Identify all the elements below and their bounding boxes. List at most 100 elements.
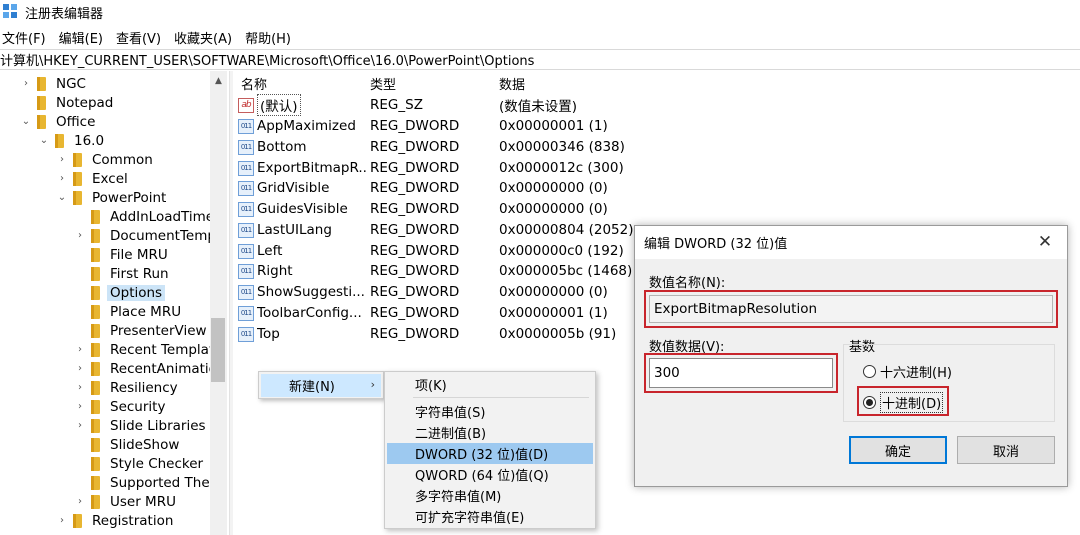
- chevron-right-icon: ›: [370, 378, 375, 391]
- close-icon[interactable]: ✕: [1035, 232, 1055, 252]
- binary-value-icon: 011: [238, 118, 254, 134]
- value-row[interactable]: 011 Left REG_DWORD 0x000000c0 (192): [238, 241, 624, 261]
- menu-item-expandable-string-value[interactable]: 可扩充字符串值(E): [387, 506, 593, 527]
- tree-item-label: SlideShow: [110, 436, 180, 453]
- menu-item-dword-value[interactable]: DWORD (32 位)值(D): [387, 443, 593, 464]
- tree-item-label: Notepad: [56, 94, 114, 111]
- chevron-right-icon[interactable]: ›: [74, 401, 86, 413]
- menu-item-new[interactable]: 新建(N) ›: [261, 374, 381, 397]
- value-data-field[interactable]: 300: [649, 358, 833, 388]
- value-row[interactable]: 011 Top REG_DWORD 0x0000005b (91): [238, 324, 618, 344]
- menu-favorites[interactable]: 收藏夹(A): [172, 28, 232, 47]
- tree-item-powerpoint[interactable]: ⌄ PowerPoint: [56, 188, 167, 207]
- tree-item-notepad[interactable]: Notepad: [20, 93, 113, 112]
- value-row[interactable]: 011 ExportBitmapR... REG_DWORD 0x0000012…: [238, 158, 624, 178]
- tree-item-user-mru[interactable]: › User MRU: [74, 492, 176, 511]
- tree-item-office[interactable]: ⌄ Office: [20, 112, 96, 131]
- tree-item-first-run[interactable]: First Run: [74, 264, 169, 283]
- value-row[interactable]: 011 GridVisible REG_DWORD 0x00000000 (0): [238, 178, 618, 198]
- tree-item-recent-templat[interactable]: › Recent Templat: [74, 340, 214, 359]
- value-row[interactable]: ab (默认) REG_SZ (数值未设置): [238, 94, 618, 116]
- menu-item-string-value[interactable]: 字符串值(S): [387, 401, 593, 422]
- menu-edit[interactable]: 编辑(E): [57, 28, 103, 47]
- value-data-text: 300: [654, 365, 680, 381]
- tree-item-resiliency[interactable]: › Resiliency: [74, 378, 178, 397]
- value-row[interactable]: 011 GuidesVisible REG_DWORD 0x00000000 (…: [238, 199, 618, 219]
- folder-icon: [91, 266, 100, 281]
- chevron-down-icon[interactable]: ⌄: [38, 135, 50, 147]
- menu-help[interactable]: 帮助(H): [243, 28, 291, 47]
- menu-file[interactable]: 文件(F): [0, 28, 46, 47]
- tree-item-addinloadtime[interactable]: AddInLoadTime: [74, 207, 214, 226]
- chevron-down-icon[interactable]: ⌄: [20, 116, 32, 128]
- value-name: AppMaximized: [257, 118, 356, 134]
- menu-item-qword-value[interactable]: QWORD (64 位)值(Q): [387, 464, 593, 485]
- tree-scrollbar-thumb[interactable]: [211, 318, 225, 382]
- chevron-right-icon[interactable]: ›: [74, 363, 86, 375]
- chevron-right-icon[interactable]: ›: [56, 154, 68, 166]
- value-row[interactable]: 011 ShowSuggesti... REG_DWORD 0x00000000…: [238, 282, 618, 302]
- value-data: 0x00000804 (2052): [499, 222, 634, 238]
- tree-item-label: Resiliency: [110, 379, 178, 396]
- tree-item-common[interactable]: › Common: [56, 150, 153, 169]
- scroll-up-icon[interactable]: ▲: [210, 73, 227, 89]
- tree-item-recentanimatio[interactable]: › RecentAnimatio: [74, 359, 217, 378]
- tree-item-documenttemp[interactable]: › DocumentTemp: [74, 226, 216, 245]
- chevron-down-icon[interactable]: ⌄: [56, 192, 68, 204]
- value-name: Bottom: [257, 139, 307, 155]
- chevron-right-icon[interactable]: ›: [74, 382, 86, 394]
- chevron-right-icon[interactable]: ›: [74, 344, 86, 356]
- value-name-field[interactable]: ExportBitmapResolution: [649, 295, 1053, 323]
- menu-separator: [413, 397, 589, 398]
- menu-item-binary-value[interactable]: 二进制值(B): [387, 422, 593, 443]
- tree-item-excel[interactable]: › Excel: [56, 169, 128, 188]
- chevron-right-icon[interactable]: ›: [56, 515, 68, 527]
- tree-scrollbar[interactable]: [210, 71, 227, 535]
- tree-item-presenterview[interactable]: PresenterView: [74, 321, 207, 340]
- chevron-right-icon[interactable]: ›: [74, 420, 86, 432]
- value-row[interactable]: 011 LastUILang REG_DWORD 0x00000804 (205…: [238, 220, 633, 240]
- column-header-data[interactable]: 数据: [499, 74, 525, 93]
- tree-item-label: File MRU: [110, 246, 168, 263]
- tree-item-place-mru[interactable]: Place MRU: [74, 302, 181, 321]
- menu-item-multi-string-value[interactable]: 多字符串值(M): [387, 485, 593, 506]
- context-menu: 新建(N) ›: [258, 371, 384, 399]
- menu-item-key[interactable]: 项(K): [387, 374, 593, 395]
- menu-item-label: DWORD (32 位)值(D): [415, 448, 549, 463]
- radio-decimal[interactable]: 十进制(D): [863, 392, 944, 413]
- value-row[interactable]: 011 ToolbarConfig... REG_DWORD 0x0000000…: [238, 303, 618, 323]
- tree-item-label: Security: [110, 398, 166, 415]
- chevron-right-icon[interactable]: ›: [20, 78, 32, 90]
- menu-view[interactable]: 查看(V): [114, 28, 161, 47]
- pane-splitter[interactable]: [229, 71, 233, 535]
- folder-icon: [91, 323, 100, 338]
- value-type: REG_DWORD: [370, 284, 460, 300]
- tree-item-supported-ther[interactable]: Supported Ther: [74, 473, 215, 492]
- tree-item-registration[interactable]: › Registration: [56, 511, 173, 530]
- tree-item-16-0[interactable]: ⌄ 16.0: [38, 131, 104, 150]
- tree-item-ngc[interactable]: › NGC: [20, 74, 86, 93]
- address-path: 计算机\HKEY_CURRENT_USER\SOFTWARE\Microsoft…: [0, 54, 535, 69]
- column-header-name[interactable]: 名称: [241, 74, 267, 93]
- cancel-button[interactable]: 取消: [957, 436, 1055, 464]
- ok-button[interactable]: 确定: [849, 436, 947, 464]
- value-row[interactable]: 011 Right REG_DWORD 0x000005bc (1468): [238, 261, 632, 281]
- value-row[interactable]: 011 AppMaximized REG_DWORD 0x00000001 (1…: [238, 116, 618, 136]
- value-row[interactable]: 011 Bottom REG_DWORD 0x00000346 (838): [238, 137, 625, 157]
- tree-item-options[interactable]: Options: [74, 283, 166, 302]
- tree-item-slide-libraries[interactable]: › Slide Libraries: [74, 416, 206, 435]
- tree-item-style-checker[interactable]: Style Checker: [74, 454, 203, 473]
- column-header-type[interactable]: 类型: [370, 74, 396, 93]
- value-data: 0x0000012c (300): [499, 160, 624, 176]
- chevron-right-icon[interactable]: ›: [74, 496, 86, 508]
- radio-hexadecimal[interactable]: 十六进制(H): [863, 362, 952, 381]
- button-label: 取消: [992, 444, 1019, 460]
- tree-item-file-mru[interactable]: File MRU: [74, 245, 168, 264]
- address-bar[interactable]: 计算机\HKEY_CURRENT_USER\SOFTWARE\Microsoft…: [0, 49, 1080, 70]
- tree-item-security[interactable]: › Security: [74, 397, 165, 416]
- chevron-right-icon[interactable]: ›: [56, 173, 68, 185]
- tree-item-slideshow[interactable]: SlideShow: [74, 435, 179, 454]
- chevron-right-icon[interactable]: ›: [74, 230, 86, 242]
